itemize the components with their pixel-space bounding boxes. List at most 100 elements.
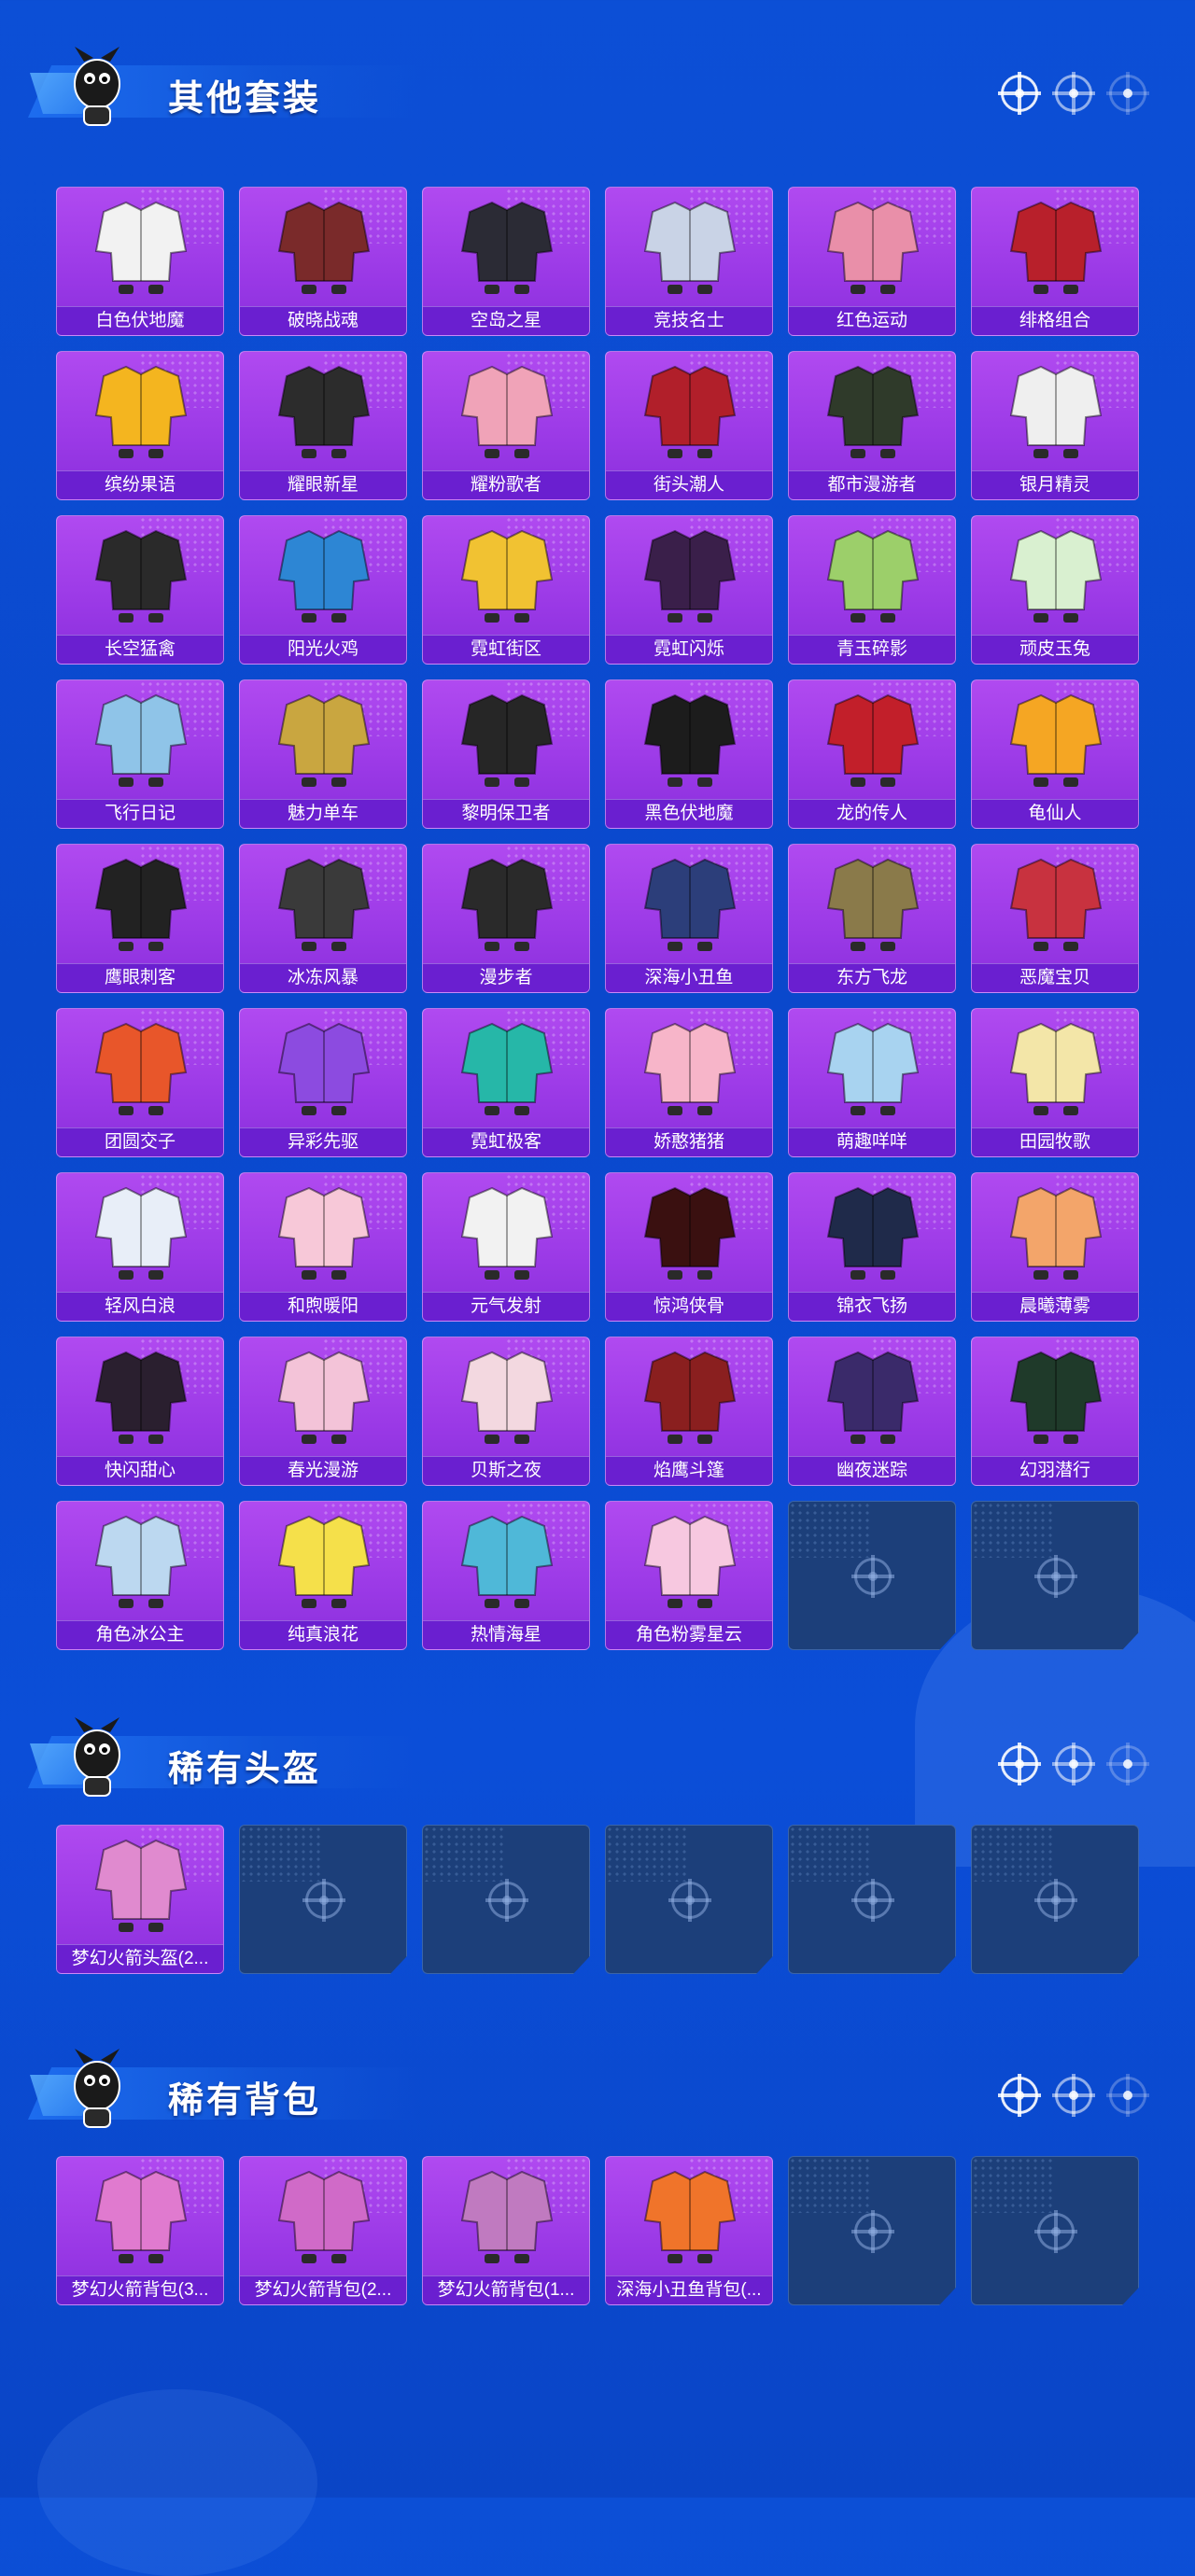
item-name: 团圆交子	[57, 1127, 223, 1156]
item-name: 和煦暖阳	[240, 1292, 406, 1321]
item-card[interactable]: 霓虹极客	[422, 1008, 590, 1157]
item-card[interactable]: 都市漫游者	[788, 351, 956, 500]
item-card[interactable]: 晨曦薄雾	[971, 1172, 1139, 1322]
outfit-image	[643, 693, 737, 787]
item-card[interactable]: 空岛之星	[422, 187, 590, 336]
outfit-image	[1009, 365, 1103, 458]
mascot-icon	[74, 47, 120, 126]
item-card[interactable]: 角色粉雾星云	[605, 1501, 773, 1650]
item-card[interactable]: 和煦暖阳	[239, 1172, 407, 1322]
item-card[interactable]: 龙的传人	[788, 679, 956, 829]
item-card[interactable]: 青玉碎影	[788, 515, 956, 665]
item-card[interactable]: 深海小丑鱼	[605, 844, 773, 993]
item-name: 霓虹闪烁	[606, 635, 772, 664]
item-card[interactable]: 竞技名士	[605, 187, 773, 336]
item-card[interactable]: 幻羽潜行	[971, 1337, 1139, 1486]
item-card[interactable]: 鹰眼刺客	[56, 844, 224, 993]
empty-slot-placeholder	[851, 2210, 894, 2253]
item-card[interactable]: 东方飞龙	[788, 844, 956, 993]
outfit-image	[643, 1351, 737, 1444]
item-card[interactable]: 顽皮玉兔	[971, 515, 1139, 665]
item-card[interactable]: 萌趣咩咩	[788, 1008, 956, 1157]
crosshair-icon	[1034, 2210, 1077, 2253]
item-card[interactable]: 黎明保卫者	[422, 679, 590, 829]
item-card[interactable]: 春光漫游	[239, 1337, 407, 1486]
item-card[interactable]: 破晓战魂	[239, 187, 407, 336]
item-name: 鹰眼刺客	[57, 963, 223, 992]
item-card[interactable]: 霓虹闪烁	[605, 515, 773, 665]
item-card[interactable]: 轻风白浪	[56, 1172, 224, 1322]
outfit-image	[94, 1351, 188, 1444]
item-card[interactable]: 焰鹰斗篷	[605, 1337, 773, 1486]
item-card[interactable]: 深海小丑鱼背包(...	[605, 2156, 773, 2305]
item-grid: 梦幻火箭头盔(2...	[56, 1825, 1139, 1974]
item-name: 耀眼新星	[240, 470, 406, 499]
item-card[interactable]: 贝斯之夜	[422, 1337, 590, 1486]
item-card[interactable]: 冰冻风暴	[239, 844, 407, 993]
item-name: 绯格组合	[972, 306, 1138, 335]
item-card[interactable]: 红色运动	[788, 187, 956, 336]
item-card[interactable]: 漫步者	[422, 844, 590, 993]
header-decoration-icons	[998, 72, 1149, 116]
item-card[interactable]: 街头潮人	[605, 351, 773, 500]
item-card[interactable]: 娇憨猪猪	[605, 1008, 773, 1157]
crosshair-icon	[851, 2210, 894, 2253]
item-card[interactable]: 梦幻火箭背包(2...	[239, 2156, 407, 2305]
item-card[interactable]: 热情海星	[422, 1501, 590, 1650]
item-card[interactable]: 耀粉歌者	[422, 351, 590, 500]
outfit-image	[460, 858, 554, 951]
crosshair-icon	[1034, 1879, 1077, 1922]
item-card[interactable]: 角色冰公主	[56, 1501, 224, 1650]
item-card[interactable]: 梦幻火箭头盔(2...	[56, 1825, 224, 1974]
item-card[interactable]: 阳光火鸡	[239, 515, 407, 665]
item-card[interactable]: 缤纷果语	[56, 351, 224, 500]
section-header: 其他套装	[26, 37, 1184, 131]
section-title: 其他套装	[168, 77, 322, 119]
item-card[interactable]: 飞行日记	[56, 679, 224, 829]
item-card[interactable]: 梦幻火箭背包(1...	[422, 2156, 590, 2305]
outfit-image	[277, 1022, 371, 1115]
item-name: 龟仙人	[972, 799, 1138, 828]
outfit-image	[1009, 201, 1103, 294]
outfit-image	[94, 2170, 188, 2263]
item-card[interactable]: 锦衣飞扬	[788, 1172, 956, 1322]
item-card[interactable]: 快闪甜心	[56, 1337, 224, 1486]
item-card[interactable]: 绯格组合	[971, 187, 1139, 336]
item-card[interactable]: 惊鸿侠骨	[605, 1172, 773, 1322]
item-card[interactable]: 耀眼新星	[239, 351, 407, 500]
item-card[interactable]: 团圆交子	[56, 1008, 224, 1157]
item-card[interactable]: 龟仙人	[971, 679, 1139, 829]
outfit-image	[643, 365, 737, 458]
item-card[interactable]: 异彩先驱	[239, 1008, 407, 1157]
item-card[interactable]: 魅力单车	[239, 679, 407, 829]
item-card[interactable]: 霓虹街区	[422, 515, 590, 665]
item-name: 梦幻火箭背包(2...	[240, 2275, 406, 2304]
item-card[interactable]: 梦幻火箭背包(3...	[56, 2156, 224, 2305]
item-name: 冰冻风暴	[240, 963, 406, 992]
item-name: 田园牧歌	[972, 1127, 1138, 1156]
item-name: 纯真浪花	[240, 1620, 406, 1649]
outfit-image	[277, 858, 371, 951]
item-card[interactable]: 幽夜迷踪	[788, 1337, 956, 1486]
item-name: 霓虹极客	[423, 1127, 589, 1156]
outfit-image	[1009, 858, 1103, 951]
item-name: 晨曦薄雾	[972, 1292, 1138, 1321]
item-name: 快闪甜心	[57, 1456, 223, 1485]
item-card[interactable]: 银月精灵	[971, 351, 1139, 500]
item-card[interactable]: 田园牧歌	[971, 1008, 1139, 1157]
outfit-image	[94, 1839, 188, 1932]
item-card[interactable]: 元气发射	[422, 1172, 590, 1322]
outfit-image	[460, 365, 554, 458]
outfit-image	[277, 1515, 371, 1608]
item-card[interactable]: 恶魔宝贝	[971, 844, 1139, 993]
crosshair-icon	[1034, 1555, 1077, 1598]
background-parachute-decoration	[37, 2389, 317, 2576]
outfit-image	[826, 1351, 920, 1444]
item-card[interactable]: 黑色伏地魔	[605, 679, 773, 829]
outfit-image	[277, 1186, 371, 1280]
item-name: 黎明保卫者	[423, 799, 589, 828]
item-card[interactable]: 纯真浪花	[239, 1501, 407, 1650]
item-card[interactable]: 白色伏地魔	[56, 187, 224, 336]
section-title: 稀有背包	[168, 2079, 322, 2121]
item-card[interactable]: 长空猛禽	[56, 515, 224, 665]
